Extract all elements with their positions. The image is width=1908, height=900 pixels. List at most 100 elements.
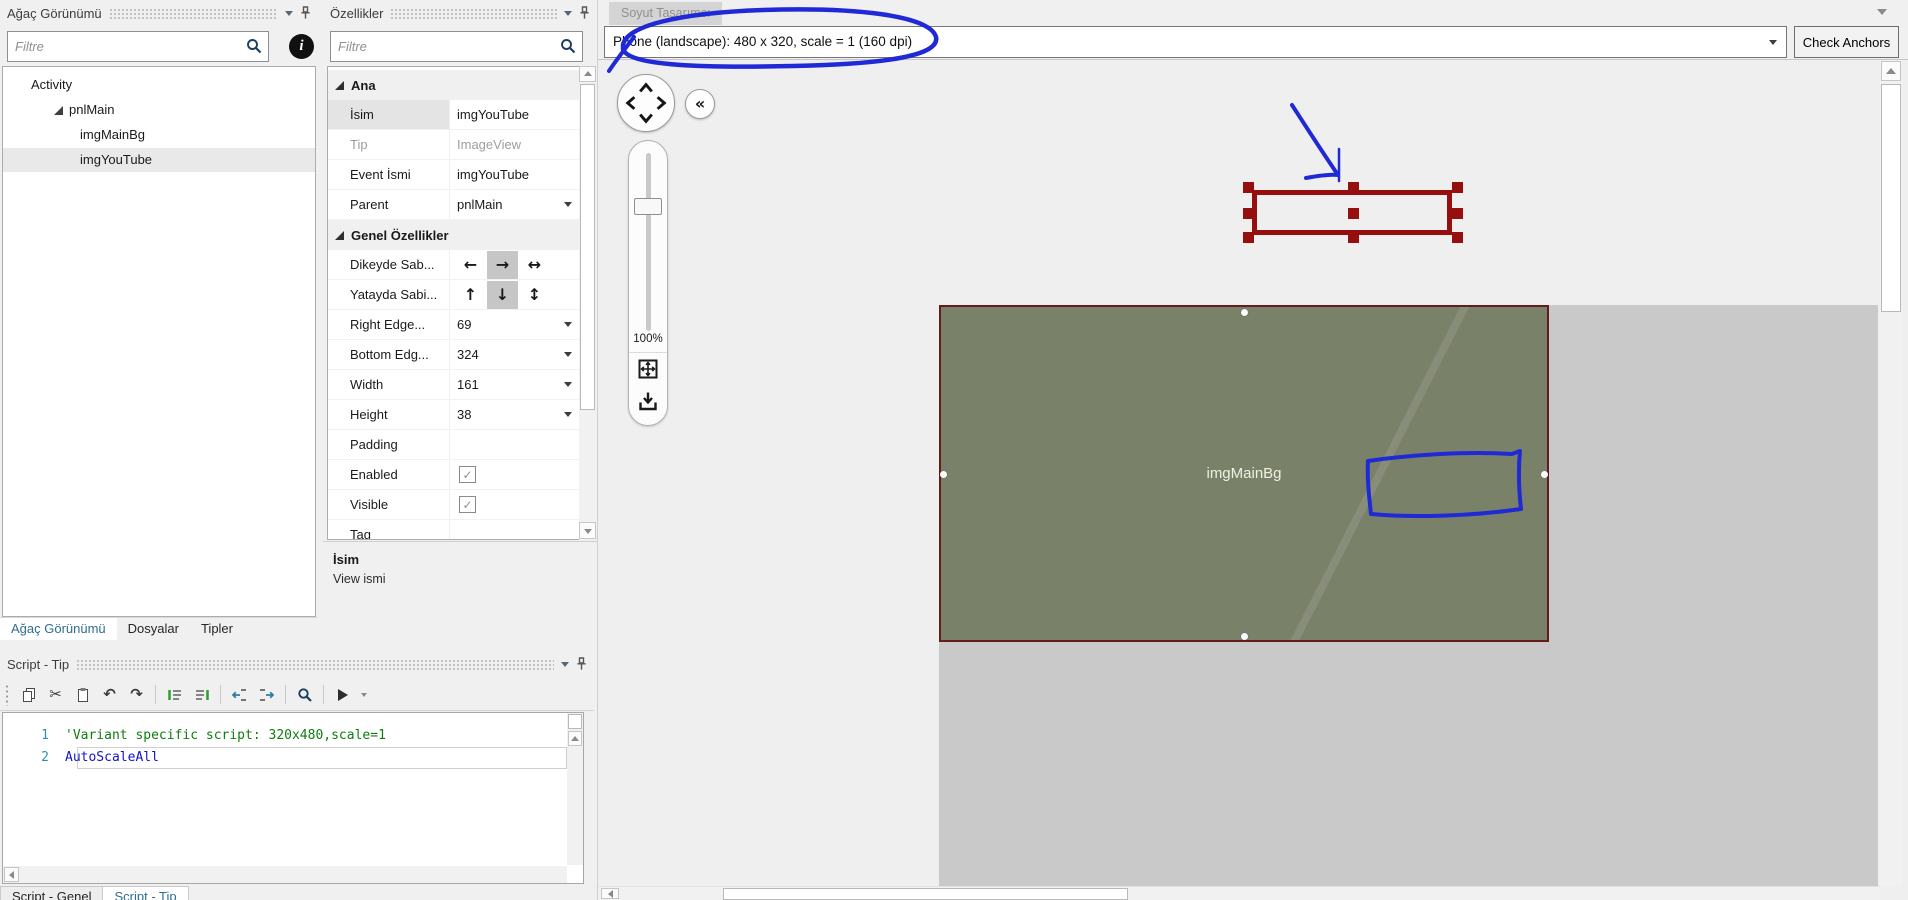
tab-list-chevron-icon[interactable] <box>1877 9 1887 20</box>
resize-handle-se[interactable] <box>1452 232 1463 243</box>
script-code-editor[interactable]: 1 'Variant specific script: 320x480,scal… <box>2 712 584 884</box>
dropdown-icon[interactable] <box>564 202 572 211</box>
dropdown-icon[interactable] <box>564 382 572 391</box>
dropdown-icon[interactable] <box>564 322 572 331</box>
designer-vscrollbar[interactable] <box>1880 60 1902 886</box>
bottom-edge-value[interactable]: 324 <box>449 340 579 369</box>
resize-handle-sw[interactable] <box>1243 232 1254 243</box>
collapse-panel-button[interactable]: « <box>685 89 715 119</box>
copy-button[interactable] <box>16 682 41 707</box>
tab-agac-gorunumu[interactable]: Ağaç Görünümü <box>0 618 117 640</box>
tab-script-tip[interactable]: Script - Tip <box>103 886 189 900</box>
properties-scrollbar[interactable] <box>579 66 596 540</box>
anchor-bottom-option-selected[interactable]: ↓ <box>487 280 518 309</box>
scroll-up-button[interactable] <box>1881 61 1901 81</box>
toolbar-drag-handle[interactable] <box>5 683 9 706</box>
tab-tipler[interactable]: Tipler <box>190 618 244 640</box>
resize-handle-n[interactable] <box>1348 182 1359 193</box>
variant-selector[interactable]: Phone (landscape): 480 x 320, scale = 1 … <box>604 26 1787 58</box>
zoom-slider-handle[interactable] <box>634 198 662 215</box>
tab-script-genel[interactable]: Script - Genel <box>0 886 104 900</box>
edge-handle-right[interactable] <box>1541 471 1548 478</box>
resize-handle-ne[interactable] <box>1452 182 1463 193</box>
isim-value[interactable]: imgYouTube <box>449 100 579 129</box>
properties-filter-input[interactable] <box>330 31 583 62</box>
undo-button[interactable]: ↶ <box>97 682 122 707</box>
designer-hscrollbar[interactable] <box>598 886 1880 900</box>
scroll-left-button[interactable] <box>601 888 619 899</box>
zoom-slider-track[interactable] <box>646 153 651 331</box>
anchor-both-h-option[interactable]: ↔ <box>519 251 550 279</box>
height-value[interactable]: 38 <box>449 400 579 429</box>
scrollbar-thumb[interactable] <box>1881 84 1901 312</box>
layout-tree[interactable]: Activity pnlMain imgMainBg imgYouTube <box>2 66 316 617</box>
editor-vscrollbar[interactable] <box>567 713 583 865</box>
resize-handle-w[interactable] <box>1243 208 1254 219</box>
info-icon[interactable]: i <box>289 34 314 59</box>
visible-checkbox[interactable]: ✓ <box>459 496 476 513</box>
scrollbar-thumb[interactable] <box>580 84 595 410</box>
panel-menu-icon[interactable] <box>561 662 569 671</box>
dropdown-icon[interactable] <box>1769 40 1777 49</box>
resize-handle-nw[interactable] <box>1243 182 1254 193</box>
tree-item-pnlmain[interactable]: pnlMain <box>3 98 315 122</box>
pan-arrows-icon <box>625 82 667 124</box>
anchor-left-option[interactable]: ← <box>455 251 486 279</box>
redo-button[interactable]: ↷ <box>124 682 149 707</box>
scroll-left-button[interactable] <box>4 867 19 882</box>
panel-menu-icon[interactable] <box>285 11 293 20</box>
uncomment-button[interactable] <box>189 682 214 707</box>
padding-value[interactable] <box>449 430 579 459</box>
scrollbar-thumb[interactable] <box>568 714 582 729</box>
pin-icon[interactable] <box>576 657 587 671</box>
tab-dosyalar[interactable]: Dosyalar <box>117 618 190 640</box>
parent-value[interactable]: pnlMain <box>449 190 579 219</box>
triangle-left-icon <box>604 889 613 898</box>
comment-button[interactable] <box>162 682 187 707</box>
tree-item-imgmainbg[interactable]: imgMainBg <box>3 123 315 147</box>
tree-filter-input[interactable] <box>7 31 269 62</box>
panel-menu-icon[interactable] <box>564 11 572 20</box>
event-ismi-value[interactable]: imgYouTube <box>449 160 579 189</box>
fit-to-screen-button[interactable] <box>636 357 660 381</box>
scroll-up-button[interactable] <box>568 731 582 746</box>
editor-hscrollbar[interactable] <box>3 866 567 883</box>
anchor-top-option[interactable]: ↑ <box>455 281 486 309</box>
resize-handle-center[interactable] <box>1348 208 1359 219</box>
tree-item-imgyoutube-selected[interactable]: imgYouTube <box>3 148 315 172</box>
paste-button[interactable] <box>70 682 95 707</box>
right-edge-value[interactable]: 69 <box>449 310 579 339</box>
resize-handle-s[interactable] <box>1348 232 1359 243</box>
pan-control[interactable] <box>617 74 675 132</box>
tree-item-activity[interactable]: Activity <box>3 73 315 97</box>
anchor-right-option-selected[interactable]: → <box>487 250 518 279</box>
edge-handle-left[interactable] <box>940 471 947 478</box>
edge-handle-top[interactable] <box>1241 309 1248 316</box>
dropdown-icon[interactable] <box>564 412 572 421</box>
section-ana[interactable]: Ana <box>328 70 579 100</box>
run-script-button[interactable] <box>330 682 355 707</box>
toolbar-overflow-button[interactable] <box>357 682 371 707</box>
indent-button[interactable] <box>254 682 279 707</box>
resize-handle-e[interactable] <box>1452 208 1463 219</box>
outdent-button[interactable] <box>227 682 252 707</box>
tab-soyut-tasarimci[interactable]: Soyut Tasarımcı <box>609 2 723 25</box>
anchor-both-v-option[interactable]: ↕ <box>519 281 550 309</box>
dropdown-icon[interactable] <box>564 352 572 361</box>
scroll-down-button[interactable] <box>579 522 596 539</box>
section-genel-ozellikler[interactable]: Genel Özellikler <box>328 220 579 250</box>
scroll-up-button[interactable] <box>579 66 596 82</box>
check-anchors-button[interactable]: Check Anchors <box>1794 26 1899 58</box>
imgmainbg-view[interactable]: imgMainBg <box>939 305 1549 642</box>
designer-canvas[interactable]: imgMainBg « 100% <box>598 60 1908 900</box>
cut-button[interactable]: ✂ <box>43 682 68 707</box>
enabled-checkbox[interactable]: ✓ <box>459 466 476 483</box>
scrollbar-thumb[interactable] <box>723 888 1128 900</box>
width-value[interactable]: 161 <box>449 370 579 399</box>
tag-value[interactable] <box>449 520 579 539</box>
edge-handle-bottom[interactable] <box>1241 633 1248 640</box>
search-button[interactable] <box>292 682 317 707</box>
import-layout-button[interactable] <box>636 389 660 413</box>
pin-icon[interactable] <box>300 6 311 20</box>
pin-icon[interactable] <box>579 6 590 20</box>
